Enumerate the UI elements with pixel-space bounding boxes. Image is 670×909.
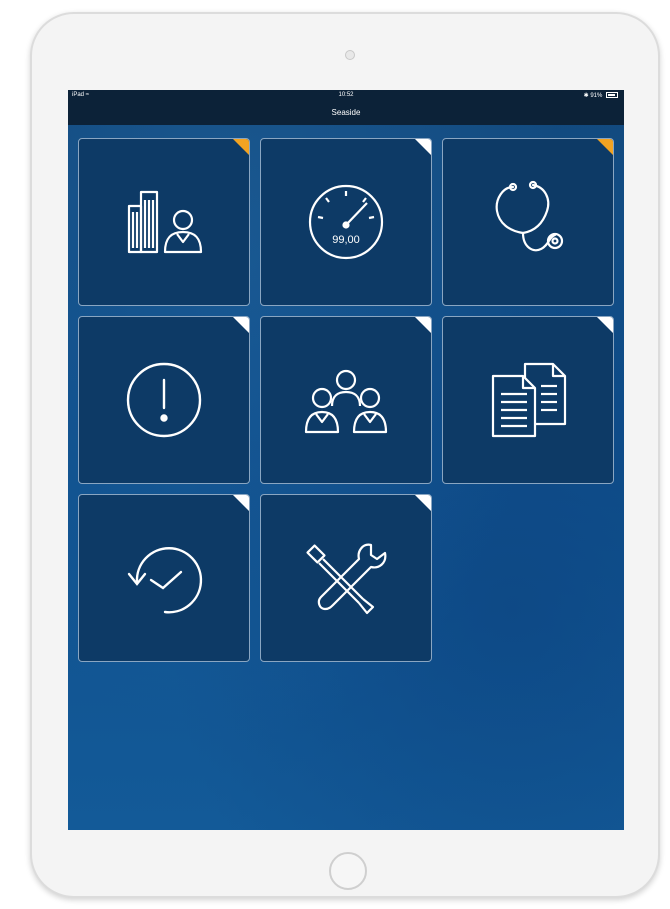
- nav-bar: Seaside: [68, 101, 624, 125]
- tile-corner-marker: [597, 139, 613, 155]
- status-battery: ✱ 91%: [584, 92, 618, 99]
- tile-team[interactable]: [260, 316, 432, 484]
- tile-corner-marker: [415, 139, 431, 155]
- tools-icon: [306, 543, 387, 615]
- tile-corner-marker: [233, 317, 249, 333]
- tile-alerts[interactable]: [78, 316, 250, 484]
- home-button[interactable]: [329, 852, 367, 890]
- documents-icon: [491, 362, 567, 438]
- tile-corner-marker: [415, 317, 431, 333]
- speed-readout: 99,00: [332, 234, 360, 246]
- bluetooth-icon: ✱: [583, 93, 589, 99]
- status-time: 10:52: [338, 92, 354, 98]
- building-person-icon: [127, 190, 203, 254]
- tile-dashboard[interactable]: 99,00: [260, 138, 432, 306]
- page-title: Seaside: [331, 108, 361, 117]
- tile-customers[interactable]: [78, 138, 250, 306]
- tile-corner-marker: [233, 495, 249, 511]
- speedometer-icon: 99,00: [308, 184, 384, 260]
- tile-settings-tools[interactable]: [260, 494, 432, 662]
- alert-icon: [126, 362, 202, 438]
- status-bar: iPad ≈ 10:52 ✱ 91%: [68, 90, 624, 101]
- tile-documents[interactable]: [442, 316, 614, 484]
- app-screen: iPad ≈ 10:52 ✱ 91% Seaside 99,00: [68, 90, 624, 830]
- tile-corner-marker: [597, 317, 613, 333]
- tile-corner-marker: [233, 139, 249, 155]
- tile-corner-marker: [415, 495, 431, 511]
- tile-health[interactable]: [442, 138, 614, 306]
- team-icon: [304, 369, 388, 434]
- battery-icon: [606, 92, 618, 99]
- stethoscope-icon: [495, 180, 564, 252]
- tile-history[interactable]: [78, 494, 250, 662]
- history-clock-icon: [127, 547, 203, 614]
- camera-icon: [345, 50, 355, 60]
